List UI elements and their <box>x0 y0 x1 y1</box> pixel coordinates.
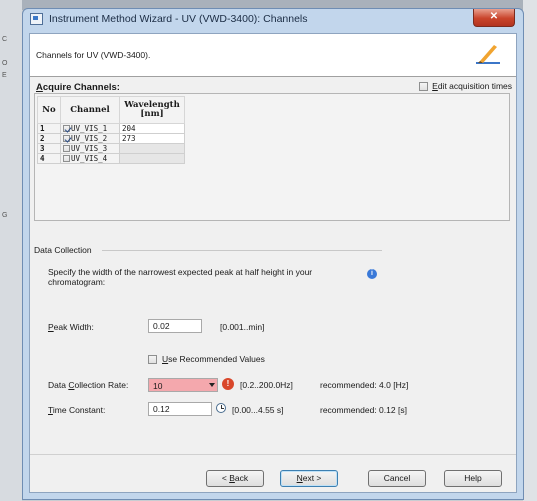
channel-cell[interactable]: UV_VIS_1 <box>60 123 120 134</box>
channel-number: 1 <box>37 123 61 134</box>
wavelength-cell[interactable] <box>119 143 185 154</box>
edit-acquisition-times-checkbox[interactable]: Edit acquisition times <box>419 81 512 91</box>
title-bar[interactable]: Instrument Method Wizard - UV (VWD-3400)… <box>23 9 523 31</box>
background-text: O <box>2 60 8 67</box>
data-collection-rate-range: [0.2..200.0Hz] <box>240 380 293 390</box>
wizard-logo-icon <box>476 45 500 64</box>
data-collection-title: Data Collection <box>34 245 92 255</box>
table-row[interactable]: 1 UV_VIS_1 204 <box>37 123 185 134</box>
time-constant-label: Time Constant: <box>48 405 106 415</box>
channels-table: No Channel Wavelength [nm] 1 UV_VIS_1 204 2… <box>37 96 185 164</box>
checkbox-box[interactable] <box>148 354 157 364</box>
wavelength-cell[interactable]: 204 <box>119 123 185 134</box>
channel-checkbox[interactable] <box>63 125 70 132</box>
channel-name: UV_VIS_3 <box>71 144 108 153</box>
channel-cell[interactable]: UV_VIS_2 <box>60 133 120 144</box>
clock-icon[interactable] <box>216 403 226 413</box>
cancel-button[interactable]: Cancel <box>368 470 426 487</box>
header-description: Channels for UV (VWD-3400). <box>36 50 151 60</box>
channel-number: 4 <box>37 153 61 164</box>
data-collection-rate-combobox[interactable]: 10 <box>148 378 218 392</box>
channel-cell[interactable]: UV_VIS_3 <box>60 143 120 154</box>
column-header-channel[interactable]: Channel <box>60 96 120 124</box>
time-constant-recommended: recommended: 0.12 [s] <box>320 405 407 415</box>
data-collection-rate-label: Data Collection Rate: <box>48 380 129 390</box>
error-icon: ! <box>222 378 234 390</box>
peak-width-range: [0.001..min] <box>220 322 265 332</box>
window-title: Instrument Method Wizard - UV (VWD-3400)… <box>49 13 308 25</box>
peak-width-input[interactable]: 0.02 <box>148 319 202 333</box>
use-recommended-values-label: Use Recommended Values <box>162 354 265 364</box>
table-row[interactable]: 2 UV_VIS_2 273 <box>37 133 185 144</box>
channel-checkbox[interactable] <box>63 135 70 142</box>
close-icon: ✕ <box>489 11 499 22</box>
dropdown-arrow-icon[interactable] <box>209 383 215 387</box>
close-button[interactable]: ✕ <box>473 9 515 27</box>
background-text: G <box>2 212 8 219</box>
app-window-icon <box>30 13 43 25</box>
info-icon[interactable]: i <box>367 269 377 279</box>
wavelength-cell[interactable]: 273 <box>119 133 185 144</box>
channel-name: UV_VIS_4 <box>71 154 108 163</box>
table-row[interactable]: 4 UV_VIS_4 <box>37 153 185 164</box>
channels-grid-panel: No Channel Wavelength [nm] 1 UV_VIS_1 204 2… <box>34 93 510 221</box>
wizard-dialog: Instrument Method Wizard - UV (VWD-3400)… <box>22 8 524 500</box>
time-constant-range: [0.00...4.55 s] <box>232 405 284 415</box>
checkbox-box[interactable] <box>419 81 429 91</box>
help-button[interactable]: Help <box>444 470 502 487</box>
time-constant-input[interactable]: 0.12 <box>148 402 212 416</box>
channel-number: 2 <box>37 133 61 144</box>
background-window-right <box>523 0 537 501</box>
column-header-no[interactable]: No <box>37 96 61 124</box>
peak-width-label: Peak Width: <box>48 322 94 332</box>
channel-checkbox[interactable] <box>63 145 70 152</box>
wizard-header: Channels for UV (VWD-3400). <box>30 34 516 77</box>
use-recommended-values-checkbox[interactable]: Use Recommended Values <box>148 354 265 364</box>
acquire-channels-label: Acquire Channels: <box>36 82 120 93</box>
back-button[interactable]: < Back <box>206 470 264 487</box>
channel-name: UV_VIS_1 <box>71 124 108 133</box>
column-header-wavelength[interactable]: Wavelength [nm] <box>119 96 185 124</box>
channel-name: UV_VIS_2 <box>71 134 108 143</box>
group-divider <box>102 250 382 251</box>
data-collection-rate-recommended: recommended: 4.0 [Hz] <box>320 380 409 390</box>
channel-cell[interactable]: UV_VIS_4 <box>60 153 120 164</box>
dialog-client-area: Channels for UV (VWD-3400). Acquire Chan… <box>29 33 517 493</box>
table-row[interactable]: 3 UV_VIS_3 <box>37 143 185 154</box>
data-collection-rate-value: 10 <box>153 381 163 391</box>
edit-acquisition-times-label: Edit acquisition times <box>432 81 512 91</box>
background-text: E <box>2 72 7 79</box>
channel-checkbox[interactable] <box>63 155 70 162</box>
footer-divider <box>30 454 516 455</box>
peak-width-help-text: Specify the width of the narrowest expec… <box>48 267 313 287</box>
background-window-left: C O E G <box>0 0 22 501</box>
wavelength-cell[interactable] <box>119 153 185 164</box>
background-text: C <box>2 36 8 43</box>
channel-number: 3 <box>37 143 61 154</box>
next-button[interactable]: Next > <box>280 470 338 487</box>
